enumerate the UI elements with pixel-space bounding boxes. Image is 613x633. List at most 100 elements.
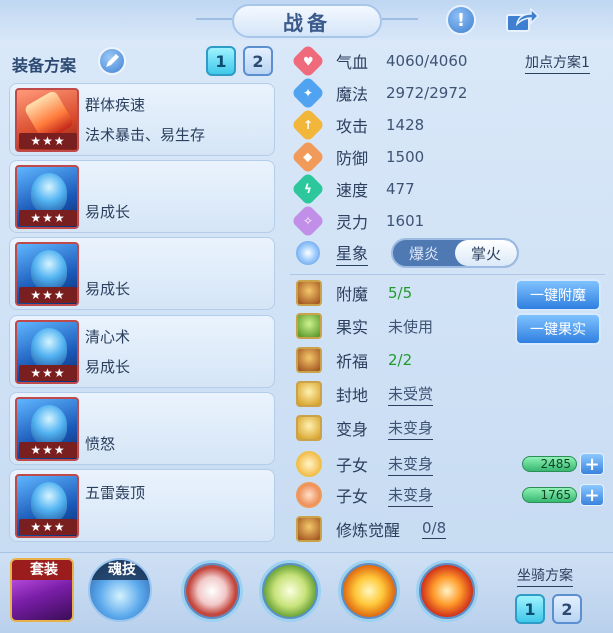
star-rating: ★★★: [19, 365, 77, 381]
card-skill-name: 五雷轰顶: [85, 484, 146, 502]
feature-row-child-1: 子女 未变身: [296, 449, 434, 479]
feature-value[interactable]: 未变身: [388, 453, 434, 476]
feature-name: 子女: [336, 487, 369, 506]
equipment-card-2[interactable]: ★★★ 易成长: [9, 160, 275, 233]
stat-name: 速度: [336, 181, 369, 200]
star-rating: ★★★: [19, 287, 77, 303]
feature-value[interactable]: 未变身: [388, 417, 434, 440]
title-ornament-right: [382, 18, 418, 20]
feature-name: 修炼觉醒: [336, 521, 401, 540]
card-skill-trait: 易成长: [85, 280, 131, 298]
card-skill-trait: 法术暴击、易生存: [85, 126, 206, 144]
stat-name: 灵力: [336, 213, 369, 232]
stat-name: 气血: [336, 53, 369, 72]
one-click-enchant-button[interactable]: 一键附魔: [515, 279, 601, 311]
speed-icon: ϟ: [291, 172, 325, 206]
equipment-card-4[interactable]: ★★★ 清心术 易成长: [9, 315, 275, 388]
mount-tab-1[interactable]: 1: [515, 594, 545, 624]
stat-value: 1428: [386, 116, 425, 134]
child-gauge-1: 2485: [522, 456, 577, 472]
share-icon: [506, 7, 540, 32]
tab-soul-skill-label: 魂技: [90, 560, 150, 580]
tab-soul-skill[interactable]: 魂技: [88, 558, 152, 622]
stat-value: 2972/2972: [386, 84, 468, 102]
page-title: 战备: [283, 10, 331, 35]
child-icon-1: [296, 451, 322, 477]
shield-icon: ◆: [291, 140, 325, 174]
plan-tab-1[interactable]: 1: [206, 46, 236, 76]
card-skill-name: 群体疾速: [85, 96, 146, 114]
feature-row-cultivation: 修炼觉醒 0/8: [296, 514, 447, 544]
feature-value: 5/5: [388, 284, 413, 302]
equipment-card-3[interactable]: ★★★ 易成长: [9, 237, 275, 310]
stat-row-defense: ◆ 防御 1500: [291, 140, 425, 174]
stat-value: 1500: [386, 148, 425, 166]
feature-value[interactable]: 未受赏: [388, 383, 434, 406]
fief-icon: [296, 381, 322, 407]
feature-value: 2/2: [388, 351, 413, 369]
feature-row-blessing: 祈福 2/2: [296, 345, 412, 375]
title-ornament-left: [196, 18, 232, 20]
ice-pop-equipment-icon: ★★★: [15, 88, 79, 152]
share-button[interactable]: [505, 6, 540, 34]
wind-blade-skill-icon[interactable]: [181, 560, 243, 622]
equipment-card-5[interactable]: ★★★ 愤怒: [9, 392, 275, 465]
feature-row-fief: 封地 未受赏: [296, 379, 434, 409]
feature-row-enchant: 附魔 5/5: [296, 278, 412, 308]
info-button[interactable]: !: [446, 5, 476, 35]
child-plus-button-2[interactable]: +: [580, 484, 604, 506]
star-sign-label[interactable]: 星象: [336, 240, 369, 266]
child-icon-2: [296, 482, 322, 508]
star-rating: ★★★: [19, 133, 77, 149]
spirit-equipment-icon: ★★★: [15, 320, 79, 384]
star-rating: ★★★: [19, 519, 77, 535]
star-sign-icon: [296, 241, 320, 265]
star-sign-row: 星象: [296, 238, 369, 268]
equipment-plan-label: 装备方案: [12, 56, 77, 75]
section-divider: [290, 274, 605, 275]
magic-icon: ✦: [291, 76, 325, 110]
spirit-icon: ✧: [291, 204, 325, 238]
enchant-icon: [296, 280, 322, 306]
fire-burst-skill-icon[interactable]: [338, 560, 400, 622]
tab-equipment-set[interactable]: 套装: [10, 558, 74, 622]
spirit-equipment-icon: ★★★: [15, 165, 79, 229]
feature-row-transform: 变身 未变身: [296, 413, 434, 443]
feature-name: 封地: [336, 386, 369, 405]
flame-skill-icon[interactable]: [416, 560, 478, 622]
edit-plan-button[interactable]: [98, 47, 126, 75]
stat-row-hp: ♥ 气血 4060/4060: [291, 44, 468, 78]
feature-name: 变身: [336, 420, 369, 439]
stat-name: 防御: [336, 149, 369, 168]
feature-value[interactable]: 未变身: [388, 484, 434, 507]
feature-name: 附魔: [336, 285, 369, 304]
stat-row-mp: ✦ 魔法 2972/2972: [291, 76, 468, 110]
star-option-palm-fire[interactable]: 掌火: [455, 240, 517, 266]
nature-skill-icon[interactable]: [259, 560, 321, 622]
plan-tab-2[interactable]: 2: [243, 46, 273, 76]
spirit-equipment-icon: ★★★: [15, 397, 79, 461]
stat-name: 攻击: [336, 117, 369, 136]
star-rating: ★★★: [19, 210, 77, 226]
equipment-card-1[interactable]: ★★★ 群体疾速 法术暴击、易生存: [9, 83, 275, 156]
attack-icon: ↑: [291, 108, 325, 142]
attribute-plan-link[interactable]: 加点方案1: [525, 52, 590, 74]
one-click-fruit-button[interactable]: 一键果实: [515, 313, 601, 345]
cultivation-icon: [296, 516, 322, 542]
stat-value: 477: [386, 180, 415, 198]
stat-row-attack: ↑ 攻击 1428: [291, 108, 425, 142]
heart-icon: ♥: [291, 44, 325, 78]
child-plus-button-1[interactable]: +: [580, 453, 604, 475]
transform-icon: [296, 415, 322, 441]
spirit-equipment-icon: ★★★: [15, 242, 79, 306]
star-option-blaze[interactable]: 爆炎: [393, 240, 455, 266]
star-sign-toggle[interactable]: 爆炎 掌火: [391, 238, 519, 268]
feature-value[interactable]: 0/8: [422, 519, 447, 539]
mount-tab-2[interactable]: 2: [552, 594, 582, 624]
stat-name: 魔法: [336, 85, 369, 104]
stat-value: 4060/4060: [386, 52, 468, 70]
card-skill-trait: 易成长: [85, 203, 131, 221]
card-skill-trait: 易成长: [85, 358, 131, 376]
star-rating: ★★★: [19, 442, 77, 458]
equipment-card-6[interactable]: ★★★ 五雷轰顶: [9, 469, 275, 542]
